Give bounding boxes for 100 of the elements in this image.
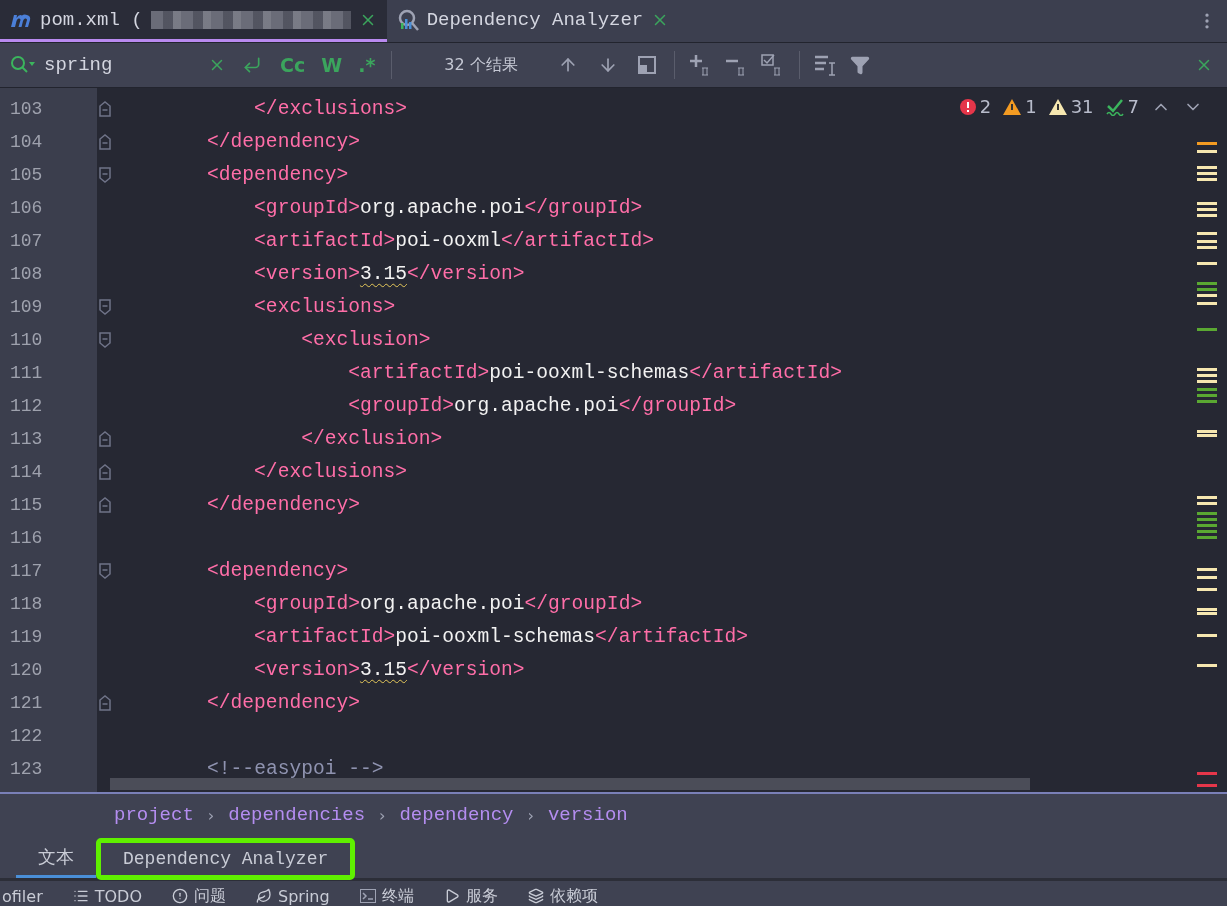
result-count: 32 个结果 bbox=[444, 54, 518, 76]
xml-tag: </artifactId> bbox=[501, 229, 654, 252]
xml-tag: <version> bbox=[254, 262, 360, 285]
search-field[interactable]: spring bbox=[42, 49, 202, 81]
xml-tag: <artifactId> bbox=[348, 361, 490, 384]
breadcrumb[interactable]: dependency bbox=[399, 804, 514, 826]
code-text: poi-ooxml bbox=[395, 229, 502, 252]
breadcrumb[interactable]: project bbox=[114, 804, 194, 826]
fold-marker-icon[interactable] bbox=[99, 694, 111, 711]
inspection-count: 31 bbox=[1070, 96, 1094, 117]
line-number: 116 bbox=[9, 527, 43, 548]
line-number: 103 bbox=[9, 98, 43, 119]
tool-window-button[interactable]: 依赖项 bbox=[527, 885, 598, 906]
line-number: 119 bbox=[9, 626, 43, 647]
xml-tag: </version> bbox=[407, 658, 525, 681]
code-text: poi-ooxml-schemas bbox=[395, 625, 596, 648]
search-option-toggle[interactable]: W bbox=[313, 54, 351, 76]
xml-tag: </artifactId> bbox=[689, 361, 843, 384]
filter-icon[interactable] bbox=[849, 55, 870, 75]
line-number: 112 bbox=[9, 395, 43, 416]
breadcrumb[interactable]: version bbox=[547, 804, 628, 826]
filter-lines-icon[interactable] bbox=[813, 54, 838, 76]
editor-view-tab[interactable]: Dependency Analyzer bbox=[96, 838, 356, 880]
code-text: poi-ooxml-schemas bbox=[489, 361, 690, 384]
newline-icon[interactable] bbox=[242, 55, 262, 75]
line-number: 106 bbox=[9, 197, 43, 218]
fold-marker-icon[interactable] bbox=[99, 298, 111, 315]
line-number: 118 bbox=[9, 593, 43, 614]
line-number: 107 bbox=[9, 230, 43, 251]
breadcrumb[interactable]: dependencies bbox=[228, 804, 366, 826]
line-number: 111 bbox=[9, 362, 43, 383]
xml-tag: <groupId> bbox=[348, 394, 454, 417]
xml-tag: <dependency> bbox=[207, 559, 349, 582]
warning-icon bbox=[1048, 98, 1067, 115]
code-comment: <!-- bbox=[207, 757, 255, 780]
line-number: 117 bbox=[9, 560, 43, 581]
xml-tag: <groupId> bbox=[254, 592, 360, 615]
line-number: 121 bbox=[9, 692, 43, 713]
code-text: org.apache.poi bbox=[359, 196, 525, 219]
xml-tag: </groupId> bbox=[524, 196, 643, 219]
leaf-icon bbox=[256, 888, 272, 904]
code-comment: easypoi bbox=[254, 757, 337, 780]
search-option-toggle[interactable]: .* bbox=[350, 54, 384, 76]
breadcrumb-separator: › bbox=[207, 805, 215, 825]
inspection-count: 2 bbox=[979, 96, 992, 117]
inspection-count: 1 bbox=[1025, 96, 1037, 117]
line-number: 105 bbox=[9, 164, 43, 185]
tool-window-button[interactable]: 问题 bbox=[172, 885, 226, 906]
xml-tag: </groupId> bbox=[524, 592, 643, 615]
code-text: org.apache.poi bbox=[454, 394, 619, 417]
editor-tab[interactable]: pom.xml ( bbox=[0, 0, 387, 42]
tool-window-button[interactable]: 终端 bbox=[359, 885, 414, 906]
info-icon bbox=[172, 888, 188, 904]
error-icon bbox=[959, 98, 976, 115]
xml-tag: </dependency> bbox=[207, 130, 360, 153]
xml-tag: <artifactId> bbox=[254, 229, 396, 252]
xml-tag: <artifactId> bbox=[254, 625, 396, 648]
xml-tag: </exclusions> bbox=[254, 97, 407, 120]
xml-tag: <version> bbox=[254, 658, 360, 681]
fold-marker-icon[interactable] bbox=[99, 331, 111, 348]
xml-tag: </dependency> bbox=[207, 691, 360, 714]
analyzer-icon bbox=[396, 8, 419, 31]
warning-icon bbox=[1003, 98, 1022, 115]
typo-check-icon bbox=[1105, 97, 1124, 116]
line-number: 123 bbox=[9, 758, 43, 779]
list-icon bbox=[72, 888, 89, 904]
fold-marker-icon[interactable] bbox=[99, 496, 111, 513]
xml-tag: </dependency> bbox=[207, 493, 360, 516]
line-number: 122 bbox=[9, 725, 43, 746]
inspection-count: 7 bbox=[1127, 96, 1139, 117]
tool-window-button[interactable]: Spring bbox=[256, 886, 330, 906]
line-number: 109 bbox=[9, 296, 43, 317]
code-text: org.apache.poi bbox=[359, 592, 525, 615]
breadcrumb-separator: › bbox=[379, 805, 386, 825]
fold-marker-icon[interactable] bbox=[99, 166, 111, 183]
xml-tag: <dependency> bbox=[207, 163, 349, 186]
fold-marker-icon[interactable] bbox=[99, 133, 111, 150]
line-number: 108 bbox=[9, 263, 43, 284]
fold-marker-icon[interactable] bbox=[99, 430, 111, 447]
fold-marker-icon[interactable] bbox=[99, 100, 111, 117]
xml-tag: <exclusions> bbox=[254, 295, 396, 318]
search-option-toggle[interactable]: Cc bbox=[272, 54, 314, 76]
layers-icon bbox=[527, 888, 544, 904]
line-number: 113 bbox=[9, 428, 43, 449]
xml-tag: </exclusion> bbox=[301, 427, 443, 450]
select-occurrences-icon[interactable] bbox=[637, 56, 656, 74]
tool-window-button[interactable]: ofiler bbox=[2, 886, 43, 906]
tool-window-button[interactable]: 服务 bbox=[443, 885, 498, 906]
breadcrumb-separator: › bbox=[527, 805, 534, 825]
search-icon bbox=[10, 55, 36, 75]
line-number: 110 bbox=[9, 329, 43, 350]
fold-marker-icon[interactable] bbox=[99, 463, 111, 480]
code-text: 3.15 bbox=[359, 262, 407, 285]
scrollbar[interactable] bbox=[110, 778, 1030, 790]
line-number: 120 bbox=[9, 659, 43, 680]
xml-tag: </version> bbox=[407, 262, 525, 285]
editor-view-tab[interactable]: 文本 bbox=[16, 836, 96, 878]
terminal-icon bbox=[359, 889, 376, 903]
tool-window-button[interactable]: TODO bbox=[72, 886, 142, 906]
fold-marker-icon[interactable] bbox=[99, 562, 111, 579]
